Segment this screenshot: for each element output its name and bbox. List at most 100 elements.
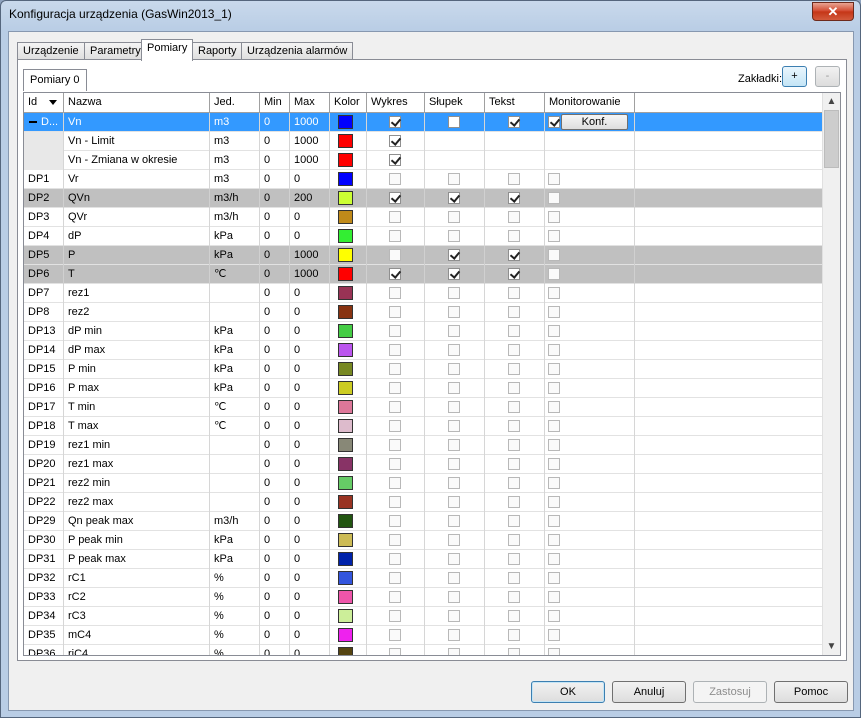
table-row[interactable]: DP5 PkPa 0 1000: [24, 246, 822, 265]
slupek-checkbox[interactable]: [448, 420, 460, 432]
slupek-checkbox[interactable]: [448, 591, 460, 603]
slupek-checkbox[interactable]: [448, 458, 460, 470]
slupek-checkbox[interactable]: [448, 325, 460, 337]
wykres-checkbox[interactable]: [389, 287, 401, 299]
monit-checkbox[interactable]: [548, 439, 560, 451]
wykres-checkbox[interactable]: [389, 420, 401, 432]
monit-checkbox[interactable]: [548, 477, 560, 489]
table-row[interactable]: DP17 T min ℃ 0 0: [24, 398, 822, 417]
wykres-checkbox[interactable]: [389, 401, 401, 413]
color-swatch[interactable]: [338, 248, 353, 262]
table-row[interactable]: DP8 rez2 0 0: [24, 303, 822, 322]
monit-checkbox[interactable]: [548, 363, 560, 375]
tekst-checkbox[interactable]: [508, 306, 520, 318]
column-header-slupek[interactable]: Słupek: [425, 93, 485, 112]
color-swatch[interactable]: [338, 134, 353, 148]
table-row[interactable]: Vn - Zmiana w okresie m3 0 1000: [24, 151, 822, 170]
tekst-checkbox[interactable]: [508, 515, 520, 527]
remove-bookmark-button[interactable]: -: [815, 66, 840, 87]
table-row[interactable]: DP34 rC3% 0 0: [24, 607, 822, 626]
tekst-checkbox[interactable]: [508, 629, 520, 641]
wykres-checkbox[interactable]: [389, 268, 401, 280]
tekst-checkbox[interactable]: [508, 249, 520, 261]
close-button[interactable]: ✕: [812, 2, 854, 21]
table-row[interactable]: DP13 dP min kPa 0 0: [24, 322, 822, 341]
slupek-checkbox[interactable]: [448, 648, 460, 655]
tekst-checkbox[interactable]: [508, 344, 520, 356]
column-header-id[interactable]: Id: [24, 93, 64, 112]
title-bar[interactable]: Konfiguracja urządzenia (GasWin2013_1) ✕: [1, 1, 860, 29]
color-swatch[interactable]: [338, 115, 353, 129]
table-row[interactable]: Vn - Limit m3 0 1000: [24, 132, 822, 151]
slupek-checkbox[interactable]: [448, 268, 460, 280]
wykres-checkbox[interactable]: [389, 496, 401, 508]
table-row[interactable]: DP4 dP kPa 0 0: [24, 227, 822, 246]
tekst-checkbox[interactable]: [508, 610, 520, 622]
wykres-checkbox[interactable]: [389, 344, 401, 356]
table-row[interactable]: DP21 rez2 min 0 0: [24, 474, 822, 493]
ok-button[interactable]: OK: [531, 681, 605, 703]
tekst-checkbox[interactable]: [508, 192, 520, 204]
monit-checkbox[interactable]: [548, 173, 560, 185]
table-row[interactable]: DP22 rez2 max 0 0: [24, 493, 822, 512]
monit-checkbox[interactable]: [548, 629, 560, 641]
table-row[interactable]: D... Vn m3 0 1000 Konf.: [24, 113, 822, 132]
slupek-checkbox[interactable]: [448, 116, 460, 128]
monit-checkbox[interactable]: [548, 515, 560, 527]
color-swatch[interactable]: [338, 533, 353, 547]
table-row[interactable]: DP33 rC2% 0 0: [24, 588, 822, 607]
monit-checkbox[interactable]: [548, 287, 560, 299]
monit-checkbox[interactable]: [548, 553, 560, 565]
wykres-checkbox[interactable]: [389, 116, 401, 128]
monit-checkbox[interactable]: [548, 192, 560, 204]
color-swatch[interactable]: [338, 153, 353, 167]
color-swatch[interactable]: [338, 609, 353, 623]
table-row[interactable]: DP3 QVr m3/h 0 0: [24, 208, 822, 227]
monit-checkbox[interactable]: [548, 534, 560, 546]
column-header-name[interactable]: Nazwa: [64, 93, 210, 112]
monit-checkbox[interactable]: [548, 420, 560, 432]
wykres-checkbox[interactable]: [389, 610, 401, 622]
monit-checkbox[interactable]: [548, 382, 560, 394]
tekst-checkbox[interactable]: [508, 230, 520, 242]
color-swatch[interactable]: [338, 647, 353, 655]
wykres-checkbox[interactable]: [389, 135, 401, 147]
wykres-checkbox[interactable]: [389, 306, 401, 318]
tekst-checkbox[interactable]: [508, 477, 520, 489]
monit-checkbox[interactable]: [548, 648, 560, 655]
color-swatch[interactable]: [338, 267, 353, 281]
tekst-checkbox[interactable]: [508, 268, 520, 280]
monit-checkbox[interactable]: [548, 306, 560, 318]
help-button[interactable]: Pomoc: [774, 681, 848, 703]
wykres-checkbox[interactable]: [389, 648, 401, 655]
color-swatch[interactable]: [338, 438, 353, 452]
tekst-checkbox[interactable]: [508, 534, 520, 546]
color-swatch[interactable]: [338, 476, 353, 490]
wykres-checkbox[interactable]: [389, 458, 401, 470]
table-row[interactable]: DP20 rez1 max 0 0: [24, 455, 822, 474]
table-row[interactable]: DP7 rez1 0 0: [24, 284, 822, 303]
monit-checkbox[interactable]: [548, 591, 560, 603]
color-swatch[interactable]: [338, 400, 353, 414]
color-swatch[interactable]: [338, 210, 353, 224]
wykres-checkbox[interactable]: [389, 230, 401, 242]
color-swatch[interactable]: [338, 628, 353, 642]
tekst-checkbox[interactable]: [508, 173, 520, 185]
cancel-button[interactable]: Anuluj: [612, 681, 686, 703]
slupek-checkbox[interactable]: [448, 344, 460, 356]
tekst-checkbox[interactable]: [508, 382, 520, 394]
tab-pomiary-0[interactable]: Pomiary 0: [23, 69, 87, 91]
wykres-checkbox[interactable]: [389, 591, 401, 603]
slupek-checkbox[interactable]: [448, 306, 460, 318]
table-row[interactable]: DP2 QVn m3/h 0 200: [24, 189, 822, 208]
table-row[interactable]: DP6 T ℃ 0 1000: [24, 265, 822, 284]
wykres-checkbox[interactable]: [389, 249, 401, 261]
monit-checkbox[interactable]: [548, 249, 560, 261]
color-swatch[interactable]: [338, 590, 353, 604]
table-row[interactable]: DP15 P min kPa 0 0: [24, 360, 822, 379]
collapse-icon[interactable]: [29, 121, 37, 123]
monit-checkbox[interactable]: [548, 401, 560, 413]
add-bookmark-button[interactable]: +: [782, 66, 807, 87]
color-swatch[interactable]: [338, 172, 353, 186]
color-swatch[interactable]: [338, 495, 353, 509]
